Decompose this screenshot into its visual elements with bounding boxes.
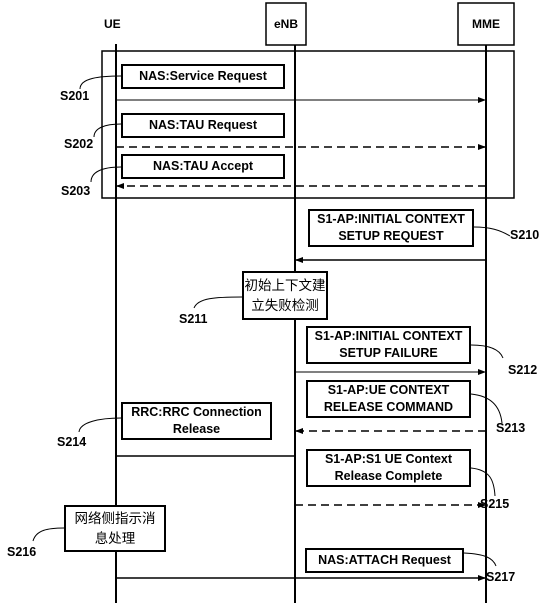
step-label-s210: S210 bbox=[510, 228, 540, 242]
message-box-s213: S1-AP:UE CONTEXT RELEASE COMMAND bbox=[306, 380, 471, 418]
message-box-s217: NAS:ATTACH Request bbox=[305, 548, 464, 573]
step-label-s217: S217 bbox=[486, 570, 516, 584]
process-label-line1: 网络侧指示消 bbox=[74, 510, 156, 527]
message-label-line1: S1-AP:INITIAL CONTEXT bbox=[317, 212, 465, 226]
message-box-s212: S1-AP:INITIAL CONTEXT SETUP FAILURE bbox=[306, 326, 471, 364]
message-label-line2: SETUP FAILURE bbox=[339, 346, 438, 360]
message-label-line1: S1-AP:S1 UE Context bbox=[324, 452, 453, 466]
process-label-line2: 息处理 bbox=[94, 530, 136, 547]
leader-s211 bbox=[193, 296, 243, 309]
enb-label: eNB bbox=[273, 17, 298, 31]
message-box-s214: RRC:RRC Connection Release bbox=[121, 402, 272, 440]
ue-label: UE bbox=[104, 17, 121, 31]
step-label-s212: S212 bbox=[508, 363, 538, 377]
step-label-s202: S202 bbox=[64, 137, 94, 151]
message-box-s201: NAS:Service Request bbox=[121, 64, 285, 89]
message-box-s203: NAS:TAU Accept bbox=[121, 154, 285, 179]
step-label-s201: S201 bbox=[60, 89, 90, 103]
step-label-s216: S216 bbox=[7, 545, 37, 559]
step-label-s213: S213 bbox=[496, 421, 526, 435]
message-label-line1: RRC:RRC Connection bbox=[131, 405, 262, 419]
message-label-line2: Release bbox=[172, 422, 221, 436]
step-label-s215: S215 bbox=[480, 497, 510, 511]
message-label: NAS:TAU Request bbox=[148, 118, 258, 132]
mme-label: MME bbox=[472, 17, 500, 31]
leader-s201 bbox=[79, 75, 122, 90]
process-label-line2: 立失败检测 bbox=[251, 297, 319, 314]
process-box-s216: 网络侧指示消 息处理 bbox=[64, 505, 166, 552]
message-box-s215: S1-AP:S1 UE Context Release Complete bbox=[306, 449, 471, 487]
process-label-line1: 初始上下文建 bbox=[244, 277, 326, 294]
step-label-s211: S211 bbox=[179, 312, 208, 326]
message-label: NAS:ATTACH Request bbox=[318, 553, 451, 567]
message-label-line1: S1-AP:INITIAL CONTEXT bbox=[314, 329, 463, 343]
leader-s210 bbox=[473, 226, 511, 237]
leader-s214 bbox=[78, 417, 122, 433]
message-label: NAS:TAU Accept bbox=[152, 159, 253, 173]
leader-s217 bbox=[463, 552, 497, 567]
message-box-s202: NAS:TAU Request bbox=[121, 113, 285, 138]
message-label: NAS:Service Request bbox=[139, 69, 267, 83]
message-box-s210: S1-AP:INITIAL CONTEXT SETUP REQUEST bbox=[308, 209, 474, 247]
message-label-line2: SETUP REQUEST bbox=[338, 229, 444, 243]
message-label-line2: RELEASE COMMAND bbox=[323, 400, 454, 414]
message-label-line2: Release Complete bbox=[334, 469, 443, 483]
message-label-line1: S1-AP:UE CONTEXT bbox=[327, 383, 450, 397]
step-label-s203: S203 bbox=[61, 184, 91, 198]
process-box-s211: 初始上下文建 立失败检测 bbox=[242, 271, 328, 320]
leader-s215 bbox=[470, 467, 496, 497]
leader-s216 bbox=[32, 527, 65, 542]
step-label-s214: S214 bbox=[57, 435, 87, 449]
